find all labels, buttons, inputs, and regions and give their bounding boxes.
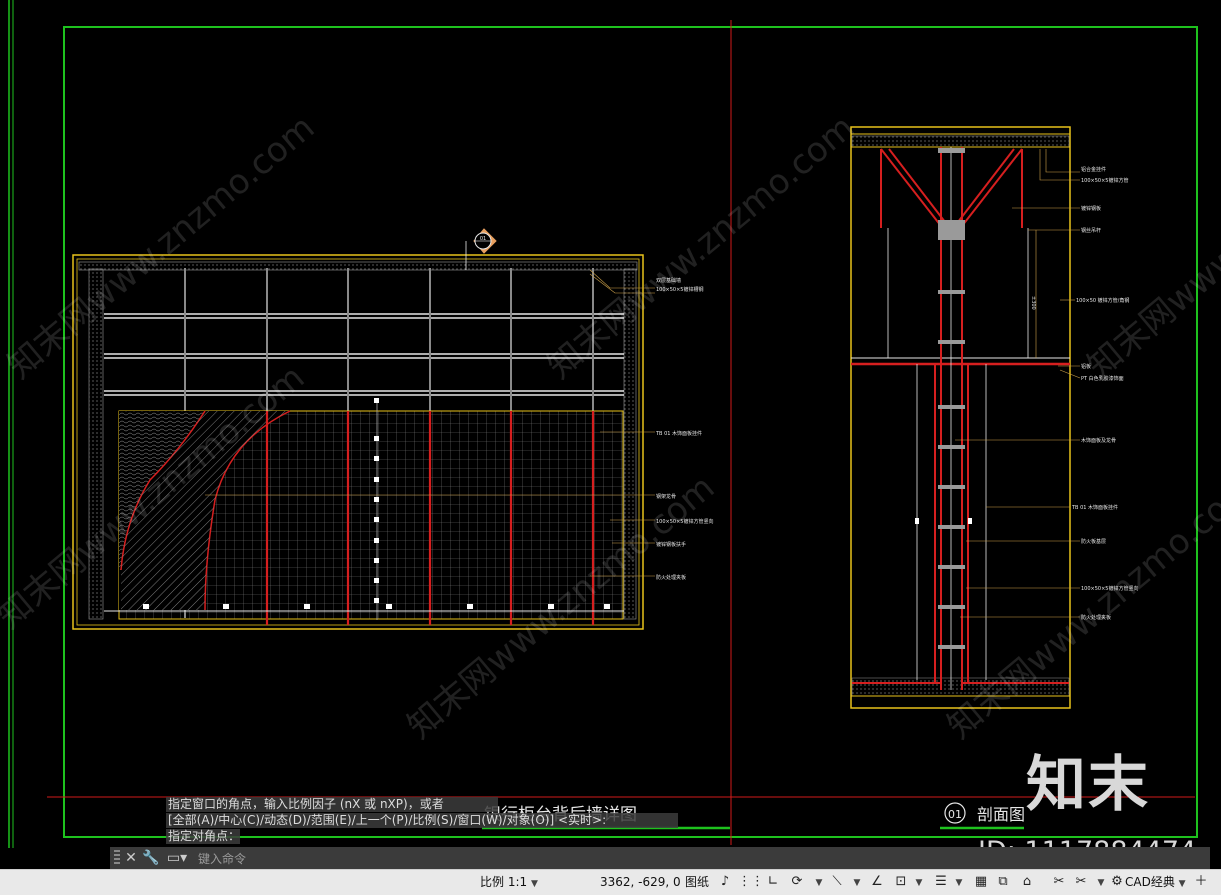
chevron-down-icon[interactable]: ▼ bbox=[910, 873, 928, 891]
workspace-gear-icon[interactable]: ⚙ bbox=[1108, 873, 1126, 891]
sect-note-9: 木饰面板及龙骨 bbox=[1081, 437, 1116, 444]
elev-note-7: 防火处理夹板 bbox=[656, 574, 686, 581]
snap-icon[interactable]: ⋮⋮ bbox=[738, 873, 764, 891]
section-marker-label: 01 bbox=[480, 236, 486, 242]
workspace-selector[interactable]: CAD经典 ▼ bbox=[1125, 873, 1186, 891]
object-snap-icon[interactable]: ⟍ bbox=[828, 873, 846, 891]
auto-scale-icon[interactable]: ✂ bbox=[1072, 873, 1090, 891]
sect-note-2: 100×50×5镀锌方管 bbox=[1081, 177, 1128, 184]
elev-note-3: TB 01 木饰面板挂件 bbox=[655, 430, 702, 437]
annotation-scale-icon[interactable]: ✂ bbox=[1050, 873, 1068, 891]
command-bar: ✕ 🔧 ▭▾ bbox=[110, 847, 1210, 869]
svg-text:知末网www.znzmo.com: 知末网www.znzmo.com bbox=[1080, 107, 1221, 386]
section-title-block: 01 剖面图 bbox=[940, 802, 1025, 830]
paper-space-toggle[interactable]: 图纸 bbox=[685, 873, 709, 891]
chevron-down-icon[interactable]: ▼ bbox=[810, 873, 828, 891]
transparency-icon[interactable]: ▦ bbox=[972, 873, 990, 891]
polar-tracking-icon[interactable]: ⟳ bbox=[788, 873, 806, 891]
drawing-canvas[interactable]: 01 双层基础墙 100×50×5镀锌槽钢 TB 01 木饰面板挂件 钢架龙骨 … bbox=[0, 0, 1221, 848]
snap-tracking-icon[interactable]: ∠ bbox=[868, 873, 886, 891]
sect-note-6: 100×50 镀锌方管/角钢 bbox=[1076, 297, 1129, 304]
command-history-line-2: [全部(A)/中心(C)/动态(D)/范围(E)/上一个(P)/比例(S)/窗口… bbox=[166, 813, 678, 828]
section-title: 剖面图 bbox=[977, 805, 1025, 824]
chevron-down-icon: ▼ bbox=[530, 879, 538, 889]
workspace-label: CAD经典 bbox=[1125, 875, 1175, 889]
sect-note-1: 铝合金挂件 bbox=[1081, 166, 1106, 173]
coordinate-readout: 3362, -629, 0 bbox=[600, 875, 681, 889]
dynamic-ucs-icon[interactable]: ⊡ bbox=[892, 873, 910, 891]
sect-note-10: TB 01 木饰面板挂件 bbox=[1071, 504, 1118, 511]
lineweight-icon[interactable]: ☰ bbox=[932, 873, 950, 891]
close-icon[interactable]: ✕ bbox=[122, 848, 140, 868]
svg-text:知末网www.znzmo.com: 知末网www.znzmo.com bbox=[540, 107, 862, 386]
wrench-icon[interactable]: 🔧 bbox=[142, 848, 160, 868]
selection-cycling-icon[interactable]: ⧉ bbox=[994, 873, 1012, 891]
plus-icon[interactable]: ＋ bbox=[1192, 873, 1210, 891]
chevron-down-icon[interactable]: ▼ bbox=[848, 873, 866, 891]
scale-selector[interactable]: 比例 1:1 ▼ bbox=[480, 873, 538, 891]
sect-note-11: 防火板基层 bbox=[1081, 538, 1106, 545]
command-input[interactable] bbox=[196, 849, 1100, 869]
section-title-number: 01 bbox=[948, 808, 962, 821]
command-history-line-3: 指定对角点： bbox=[166, 829, 240, 844]
svg-text:知末网www.znzmo.com: 知末网www.znzmo.com bbox=[0, 107, 322, 386]
command-bar-grip[interactable] bbox=[114, 850, 120, 866]
scale-label: 比例 1:1 bbox=[480, 875, 528, 889]
command-history-line-1: 指定窗口的角点，输入比例因子 (nX 或 nXP)，或者 bbox=[166, 797, 498, 812]
chevron-down-icon: ▼ bbox=[1178, 879, 1186, 889]
sect-note-5: ±300 bbox=[1030, 296, 1036, 310]
brand-logo: 知末 bbox=[1026, 750, 1150, 820]
sect-note-4: 钢丝吊杆 bbox=[1081, 227, 1101, 234]
status-bar: 比例 1:1 ▼ 3362, -629, 0 图纸 ♪ ⋮⋮ ∟ ⟳ ▼ ⟍ ▼… bbox=[0, 869, 1221, 895]
sect-note-3: 镀锌钢板 bbox=[1081, 205, 1101, 212]
command-prompt-icon[interactable]: ▭▾ bbox=[166, 848, 188, 868]
chevron-down-icon[interactable]: ▼ bbox=[950, 873, 968, 891]
ortho-icon[interactable]: ∟ bbox=[764, 873, 782, 891]
annotation-visibility-icon[interactable]: ⌂ bbox=[1018, 873, 1036, 891]
grid-icon[interactable]: ♪ bbox=[716, 873, 734, 891]
